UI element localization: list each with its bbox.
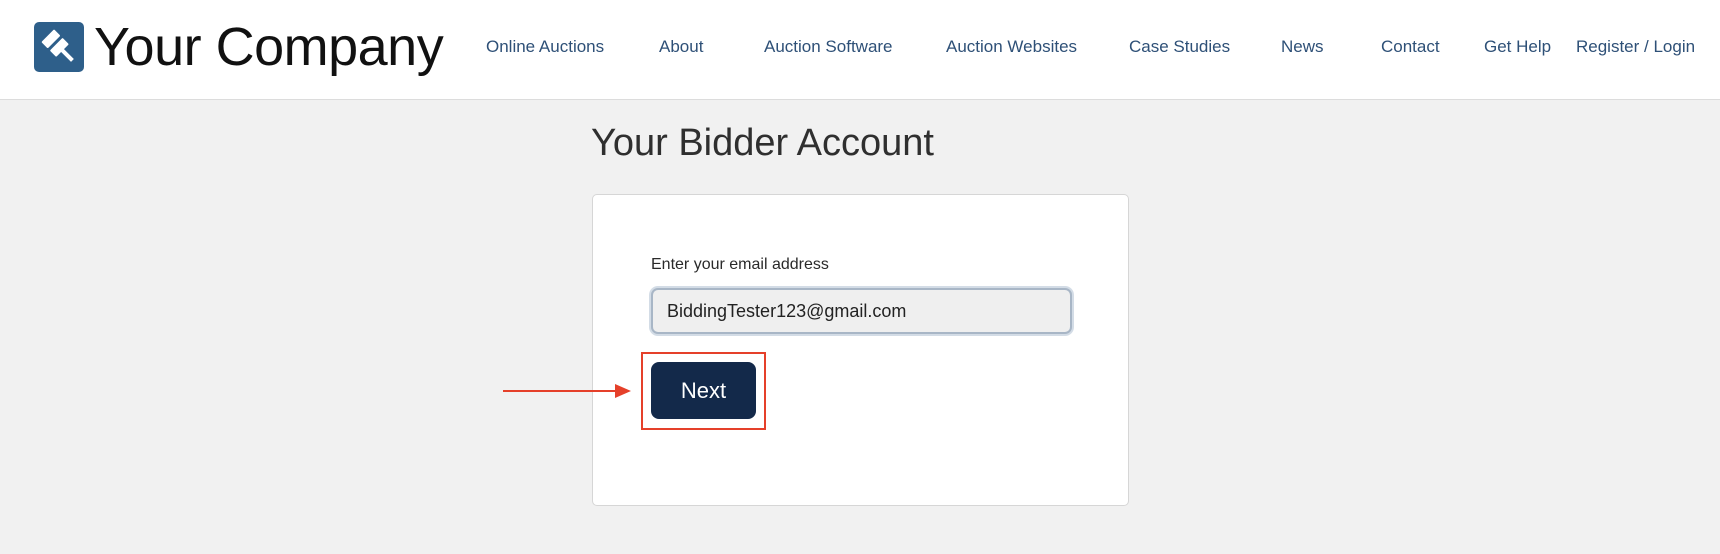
nav-news[interactable]: News	[1281, 37, 1324, 57]
company-name: Your Company	[94, 17, 444, 77]
nav-auction-software[interactable]: Auction Software	[764, 37, 893, 57]
login-card	[592, 194, 1129, 506]
next-button[interactable]: Next	[651, 362, 756, 419]
nav-case-studies[interactable]: Case Studies	[1129, 37, 1230, 57]
nav-contact[interactable]: Contact	[1381, 37, 1440, 57]
email-input[interactable]	[651, 288, 1072, 334]
site-header: Your Company Online Auctions About Aucti…	[0, 0, 1720, 100]
gavel-icon	[34, 22, 84, 72]
page-title: Your Bidder Account	[591, 122, 934, 164]
nav-get-help[interactable]: Get Help	[1484, 37, 1551, 57]
nav-about[interactable]: About	[659, 37, 703, 57]
nav-online-auctions[interactable]: Online Auctions	[486, 37, 604, 57]
nav-auction-websites[interactable]: Auction Websites	[946, 37, 1077, 57]
nav-register-login[interactable]: Register / Login	[1576, 37, 1695, 57]
company-logo[interactable]: Your Company	[34, 17, 444, 77]
email-label: Enter your email address	[651, 256, 829, 273]
